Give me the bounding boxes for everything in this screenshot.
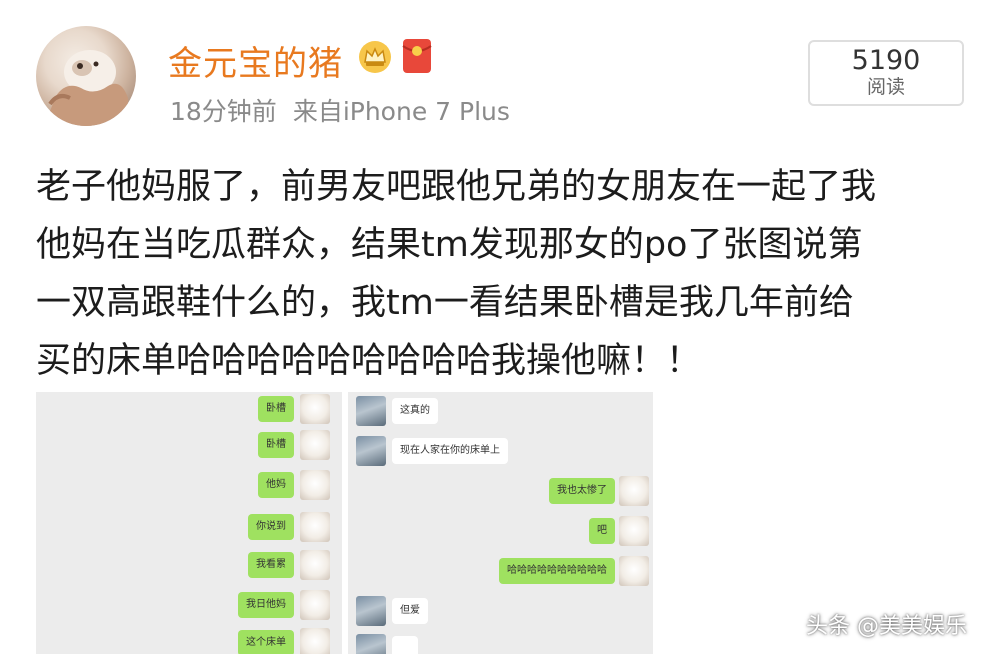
- chat-message: 这个床单: [36, 628, 342, 654]
- chat-bubble: 吧: [589, 518, 615, 544]
- red-packet-icon[interactable]: [402, 38, 432, 74]
- post-body: 老子他妈服了，前男友吧跟他兄弟的女朋友在一起了我 他妈在当吃瓜群众，结果tm发现…: [36, 158, 976, 390]
- post-time: 18分钟前: [170, 97, 277, 126]
- chat-bubble: 卧槽: [258, 396, 294, 422]
- read-count-box: 5190 阅读: [808, 40, 964, 106]
- chat-message: 你说到: [36, 512, 342, 542]
- chat-message: 卧槽: [36, 430, 342, 460]
- chat-message: 这真的: [348, 396, 653, 426]
- hamster-avatar-icon: [44, 50, 128, 126]
- sheep-avatar-icon: [300, 470, 330, 500]
- chat-pane-left: 卧槽 卧槽 他妈 你说到 我看累 我日他妈 这个床单: [36, 392, 342, 654]
- chat-bubble: 这个床单: [238, 630, 294, 654]
- post-line: 他妈在当吃瓜群众，结果tm发现那女的po了张图说第: [36, 225, 863, 265]
- chat-message: 吧: [348, 516, 653, 546]
- chat-bubble: 你说到: [248, 514, 294, 540]
- chat-message: [348, 634, 653, 654]
- chat-bubble: 卧槽: [258, 432, 294, 458]
- chat-message: 我看累: [36, 550, 342, 580]
- author-avatar[interactable]: [36, 26, 136, 126]
- chat-message: 我也太惨了: [348, 476, 653, 506]
- post-image-chat-screenshot[interactable]: 卧槽 卧槽 他妈 你说到 我看累 我日他妈 这个床单 这真的 现在人家在你的床单…: [36, 392, 653, 654]
- chat-bubble: [392, 636, 418, 654]
- sheep-avatar-icon: [619, 516, 649, 546]
- chat-bubble: 但爱: [392, 598, 428, 624]
- crown-badge-icon[interactable]: [358, 40, 392, 74]
- author-name[interactable]: 金元宝的猪: [168, 36, 343, 85]
- post-line: 老子他妈服了，前男友吧跟他兄弟的女朋友在一起了我: [36, 167, 877, 207]
- chat-message: 现在人家在你的床单上: [348, 436, 653, 466]
- chat-bubble: 我日他妈: [238, 592, 294, 618]
- chat-bubble: 这真的: [392, 398, 438, 424]
- anime-avatar-icon: [356, 396, 386, 426]
- sheep-avatar-icon: [300, 394, 330, 424]
- sheep-avatar-icon: [619, 476, 649, 506]
- anime-avatar-icon: [356, 436, 386, 466]
- sheep-avatar-icon: [300, 550, 330, 580]
- anime-avatar-icon: [356, 596, 386, 626]
- chat-bubble: 他妈: [258, 472, 294, 498]
- chat-message: 卧槽: [36, 394, 342, 424]
- chat-bubble: 我看累: [248, 552, 294, 578]
- post-source[interactable]: 来自iPhone 7 Plus: [293, 97, 510, 126]
- chat-pane-right: 这真的 现在人家在你的床单上 我也太惨了 吧 哈哈哈哈哈哈哈哈哈哈 但爱: [348, 392, 653, 654]
- chat-message: 但爱: [348, 596, 653, 626]
- sheep-avatar-icon: [619, 556, 649, 586]
- read-count: 5190: [851, 45, 921, 76]
- chat-bubble: 哈哈哈哈哈哈哈哈哈哈: [499, 558, 615, 584]
- sheep-avatar-icon: [300, 430, 330, 460]
- sheep-avatar-icon: [300, 512, 330, 542]
- post-line: 一双高跟鞋什么的，我tm一看结果卧槽是我几年前给: [36, 283, 854, 323]
- chat-bubble: 我也太惨了: [549, 478, 615, 504]
- post-line: 买的床单哈哈哈哈哈哈哈哈哈我操他嘛！！: [36, 341, 702, 381]
- sheep-avatar-icon: [300, 628, 330, 654]
- chat-message: 哈哈哈哈哈哈哈哈哈哈: [348, 556, 653, 586]
- read-label: 阅读: [866, 76, 905, 98]
- sheep-avatar-icon: [300, 590, 330, 620]
- anime-avatar-icon: [356, 634, 386, 654]
- post-meta: 18分钟前 来自iPhone 7 Plus: [170, 92, 510, 128]
- chat-bubble: 现在人家在你的床单上: [392, 438, 508, 464]
- chat-message: 他妈: [36, 470, 342, 500]
- watermark: 头条 @美美娱乐: [806, 614, 967, 639]
- chat-message: 我日他妈: [36, 590, 342, 620]
